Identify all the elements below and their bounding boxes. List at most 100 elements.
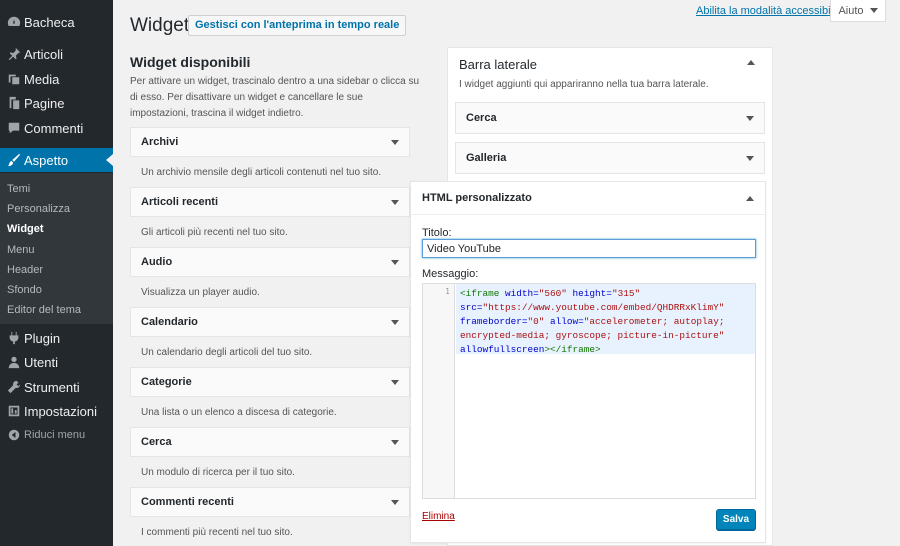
widget-description: Un archivio mensile degli articoli conte… bbox=[141, 167, 382, 178]
pin-icon bbox=[0, 47, 24, 61]
menu-label: Strumenti bbox=[24, 379, 80, 395]
menu-label: Aspetto bbox=[24, 152, 69, 168]
menu-label: Plugin bbox=[24, 330, 61, 346]
chevron-down-icon[interactable] bbox=[391, 259, 399, 265]
widget-categories[interactable]: Categorie bbox=[130, 367, 410, 397]
menu-label: Utenti bbox=[24, 354, 58, 370]
menu-item-users[interactable]: Utenti bbox=[0, 353, 113, 371]
code-token: src= bbox=[460, 302, 483, 313]
page-title: Widget bbox=[130, 15, 190, 36]
widget-description: Gli articoli più recenti nel tuo sito. bbox=[141, 227, 288, 238]
menu-item-pages[interactable]: Pagine bbox=[0, 94, 113, 112]
collapse-arrow-icon bbox=[0, 429, 24, 441]
code-token: allow= bbox=[544, 316, 584, 327]
code-token: "315" bbox=[611, 288, 641, 299]
menu-item-settings[interactable]: Impostazioni bbox=[0, 402, 113, 420]
widget-title: Audio bbox=[141, 256, 173, 268]
menu-item-tools[interactable]: Strumenti bbox=[0, 378, 113, 396]
widget-audio[interactable]: Audio bbox=[130, 247, 410, 277]
widget-search[interactable]: Cerca bbox=[130, 427, 410, 457]
submenu-item-themes[interactable]: Temi bbox=[7, 183, 30, 195]
widget-archives[interactable]: Archivi bbox=[130, 127, 410, 157]
widget-title: Archivi bbox=[141, 136, 179, 148]
menu-label: Bacheca bbox=[24, 14, 75, 30]
chevron-down-icon[interactable] bbox=[391, 499, 399, 505]
menu-item-appearance[interactable]: Aspetto bbox=[0, 148, 113, 172]
menu-item-posts[interactable]: Articoli bbox=[0, 45, 113, 63]
widget-description: I commenti più recenti nel tuo sito. bbox=[141, 527, 293, 538]
accessibility-mode-link[interactable]: Abilita la modalità accessibile bbox=[696, 5, 839, 17]
chevron-down-icon[interactable] bbox=[391, 319, 399, 325]
chevron-up-icon[interactable] bbox=[746, 195, 754, 201]
media-icon bbox=[0, 72, 24, 86]
live-preview-button[interactable]: Gestisci con l'anteprima in tempo reale bbox=[188, 15, 407, 36]
chevron-down-icon[interactable] bbox=[391, 139, 399, 145]
submenu-item-header[interactable]: Header bbox=[7, 264, 43, 276]
menu-item-dashboard[interactable]: Bacheca bbox=[0, 13, 113, 31]
code-token: ></iframe> bbox=[544, 344, 601, 355]
tools-icon bbox=[0, 380, 24, 394]
menu-item-comments[interactable]: Commenti bbox=[0, 119, 113, 137]
code-editor[interactable]: 1 <iframe width="560" height="315" src="… bbox=[422, 283, 756, 499]
submenu-item-customize[interactable]: Personalizza bbox=[7, 203, 70, 215]
message-label: Messaggio: bbox=[422, 268, 479, 280]
widget-title: Cerca bbox=[141, 436, 172, 448]
help-label: Aiuto bbox=[838, 4, 864, 17]
submenu-item-theme-editor[interactable]: Editor del tema bbox=[7, 304, 81, 316]
chevron-down-icon[interactable] bbox=[746, 155, 754, 161]
menu-label: Commenti bbox=[24, 120, 84, 136]
line-number: 1 bbox=[445, 287, 450, 296]
help-tab[interactable]: Aiuto bbox=[830, 0, 886, 22]
widget-title: Calendario bbox=[141, 316, 198, 328]
available-widgets-description: Per attivare un widget, trascinalo dentr… bbox=[130, 76, 420, 119]
menu-item-media[interactable]: Media bbox=[0, 70, 113, 88]
chevron-down-icon[interactable] bbox=[391, 199, 399, 205]
collapse-label: Riduci menu bbox=[24, 429, 86, 441]
chevron-down-icon[interactable] bbox=[391, 379, 399, 385]
line-gutter: 1 bbox=[423, 284, 455, 498]
title-input[interactable] bbox=[422, 239, 756, 258]
code-token: height= bbox=[566, 288, 612, 299]
sidebar-description: I widget aggiunti qui appariranno nella … bbox=[459, 79, 709, 90]
admin-menu: Bacheca Articoli Media Pagine Commenti A… bbox=[0, 0, 113, 546]
settings-icon bbox=[0, 404, 24, 418]
code-line[interactable]: <iframe width="560" height="315" src="ht… bbox=[456, 284, 755, 355]
code-token: allowfullscreen bbox=[460, 344, 545, 355]
widget-calendar[interactable]: Calendario bbox=[130, 307, 410, 337]
dashboard-icon bbox=[0, 15, 24, 29]
custom-html-widget: HTML personalizzato Titolo: Messaggio: 1… bbox=[410, 181, 766, 543]
code-token: width= bbox=[499, 288, 539, 299]
menu-label: Articoli bbox=[24, 46, 64, 62]
submenu-item-widgets[interactable]: Widget bbox=[7, 223, 44, 235]
widget-recent-comments[interactable]: Commenti recenti bbox=[130, 487, 410, 517]
save-button[interactable]: Salva bbox=[716, 509, 756, 530]
widget-description: Visualizza un player audio. bbox=[141, 287, 260, 298]
widget-title: Commenti recenti bbox=[141, 496, 234, 508]
chevron-down-icon[interactable] bbox=[746, 115, 754, 121]
code-token: frameborder= bbox=[460, 316, 528, 327]
appearance-submenu: Temi Personalizza Widget Menu Header Sfo… bbox=[0, 173, 113, 324]
delete-link[interactable]: Elimina bbox=[422, 511, 455, 522]
sidebar-widget-search[interactable]: Cerca bbox=[455, 102, 765, 134]
widget-header[interactable]: HTML personalizzato bbox=[411, 182, 765, 215]
menu-label: Media bbox=[24, 71, 60, 87]
menu-label: Pagine bbox=[24, 95, 65, 111]
collapse-menu-button[interactable]: Riduci menu bbox=[0, 429, 113, 441]
widget-title: Cerca bbox=[466, 112, 497, 124]
widget-description: Un modulo di ricerca per il tuo sito. bbox=[141, 467, 295, 478]
menu-item-plugins[interactable]: Plugin bbox=[0, 329, 113, 347]
pages-icon bbox=[0, 96, 24, 110]
submenu-item-background[interactable]: Sfondo bbox=[7, 284, 42, 296]
plugin-icon bbox=[0, 331, 24, 345]
widget-description: Un calendario degli articoli del tuo sit… bbox=[141, 347, 313, 358]
sidebar-widget-gallery[interactable]: Galleria bbox=[455, 142, 765, 174]
comments-icon bbox=[0, 121, 24, 135]
chevron-up-icon[interactable] bbox=[747, 60, 755, 65]
widget-recent-posts[interactable]: Articoli recenti bbox=[130, 187, 410, 217]
sidebar-title[interactable]: Barra laterale bbox=[459, 57, 537, 72]
submenu-item-menus[interactable]: Menu bbox=[7, 244, 35, 256]
chevron-down-icon bbox=[869, 8, 878, 13]
widget-title: Articoli recenti bbox=[141, 196, 219, 208]
chevron-down-icon[interactable] bbox=[391, 439, 399, 445]
code-token: "accelerometer; autoplay; bbox=[583, 316, 725, 327]
